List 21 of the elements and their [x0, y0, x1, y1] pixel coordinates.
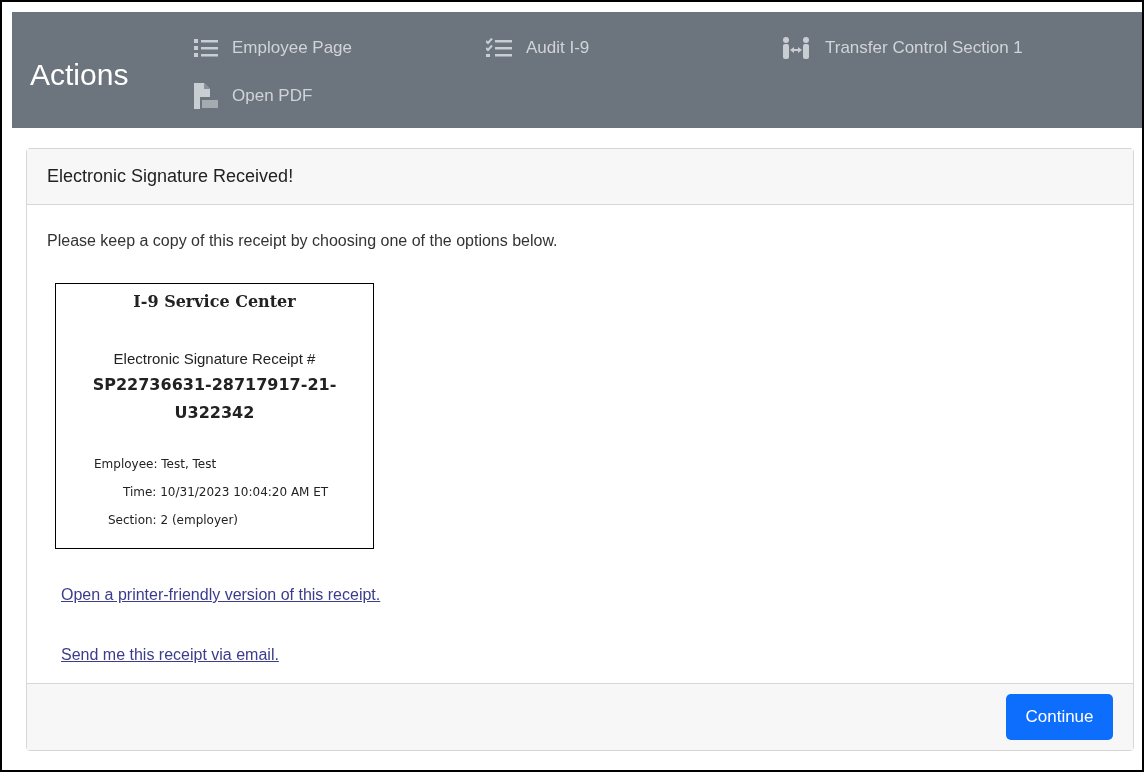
action-link[interactable]: Open PDF [194, 82, 486, 110]
list-icon [194, 38, 218, 58]
receipt-detail: Time: 10/31/2023 10:04:20 AM ET [122, 483, 330, 501]
action-link[interactable]: Transfer Control Section 1 [781, 34, 1121, 62]
checklist-icon [486, 38, 512, 58]
receipt-detail: Employee: Test, Test [93, 455, 218, 473]
continue-button[interactable]: Continue [1006, 694, 1113, 740]
header-title: Actions [29, 57, 130, 93]
receipt-title: I-9 Service Center [132, 291, 297, 313]
receipt-label: Electronic Signature Receipt # [112, 349, 317, 369]
receipt-link[interactable]: Open a printer-friendly version of this receipt. [61, 583, 381, 607]
receipt-link[interactable]: Send me this receipt via email. [61, 643, 279, 667]
pdf-file-icon [194, 83, 218, 109]
card-title: Electronic Signature Received! [47, 165, 294, 188]
action-link[interactable]: Audit I-9 [486, 34, 781, 62]
receipt-number: U322342 [173, 401, 256, 424]
instruction-text: Please keep a copy of this receipt by choosing one of the options below. [47, 231, 559, 251]
people-exchange-icon [781, 36, 811, 60]
action-link[interactable]: Employee Page [194, 34, 486, 62]
receipt-detail: Section: 2 (employer) [107, 511, 240, 529]
receipt-number: SP22736631-28717917-21- [91, 373, 338, 396]
